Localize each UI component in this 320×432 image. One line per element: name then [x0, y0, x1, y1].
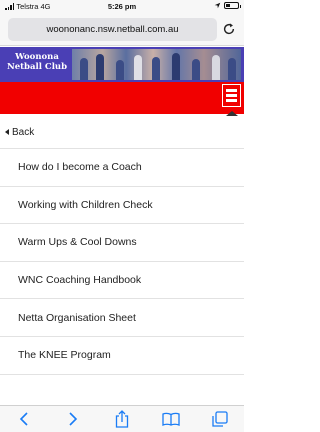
browser-toolbar: [0, 405, 244, 432]
reload-icon[interactable]: [222, 21, 236, 37]
menu-item-knee-program[interactable]: The KNEE Program: [0, 337, 244, 375]
menu-item-become-coach[interactable]: How do I become a Coach: [0, 149, 244, 187]
address-bar[interactable]: woononanc.nsw.netball.com.au: [8, 18, 217, 41]
browser-address-area: woononanc.nsw.netball.com.au: [0, 14, 244, 46]
logo-line-2: Netball Club: [6, 62, 68, 72]
tabs-icon[interactable]: [210, 409, 230, 429]
battery-icon: [224, 2, 241, 9]
status-right: [214, 2, 241, 9]
hamburger-menu-button[interactable]: [222, 84, 241, 107]
site-logo[interactable]: Woonona Netball Club: [5, 52, 69, 72]
bookmarks-icon[interactable]: [161, 409, 181, 429]
menu-item-warm-ups[interactable]: Warm Ups & Cool Downs: [0, 224, 244, 262]
menu-item-netta-sheet[interactable]: Netta Organisation Sheet: [0, 299, 244, 337]
hamburger-line: [226, 89, 237, 92]
menu-item-working-with-children[interactable]: Working with Children Check: [0, 187, 244, 225]
back-label: Back: [12, 126, 35, 138]
hamburger-line: [226, 94, 237, 97]
forward-icon[interactable]: [63, 409, 83, 429]
site-header: Woonona Netball Club: [0, 47, 244, 82]
menu-item-coaching-handbook[interactable]: WNC Coaching Handbook: [0, 262, 244, 300]
menu-back-button[interactable]: Back: [0, 116, 244, 149]
nav-bar: [0, 82, 244, 114]
share-icon[interactable]: [112, 409, 132, 429]
logo-line-1: Woonona: [15, 52, 59, 62]
hamburger-line: [226, 99, 237, 102]
location-icon: [214, 2, 221, 9]
dropdown-menu: Back How do I become a Coach Working wit…: [0, 116, 244, 375]
status-bar: Telstra 4G 5:26 pm: [0, 0, 244, 14]
back-arrow-icon: [5, 129, 9, 135]
back-icon[interactable]: [14, 409, 34, 429]
header-banner-photo: [72, 49, 241, 80]
status-time: 5:26 pm: [107, 2, 137, 11]
